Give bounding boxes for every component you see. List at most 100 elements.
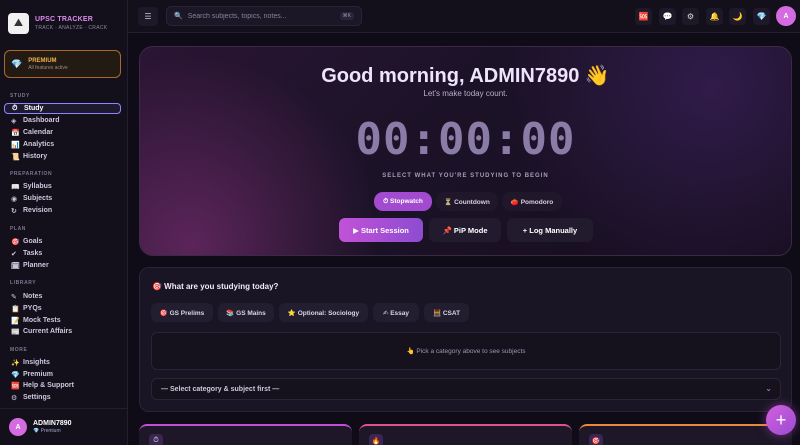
sidebar-item-label: Study <box>24 105 44 112</box>
premium-subtitle: All features active <box>28 64 68 71</box>
chart-icon: 📊 <box>11 141 20 149</box>
sidebar-item-label: Help & Support <box>23 382 74 389</box>
sidebar-item-label: Planner <box>23 262 49 269</box>
premium-card[interactable]: 💎 PREMIUM All features active <box>4 50 121 78</box>
subject-select-value: — Select category & subject first — <box>161 385 280 393</box>
sos-icon[interactable]: 🆘 <box>635 8 652 25</box>
search-bar[interactable]: 🔍 ⌘K <box>166 6 362 26</box>
sidebar-item-label: Notes <box>23 293 43 300</box>
sidebar-item-syllabus[interactable]: 📖 Syllabus <box>4 181 121 192</box>
sidebar-item-study[interactable]: ⏱ Study <box>4 103 121 114</box>
greeting: Good morning, ADMIN7890 👋 <box>321 65 610 87</box>
clipboard-icon: 📋 <box>11 305 20 313</box>
sidebar-item-pyqs[interactable]: 📋 PYQs <box>4 303 121 314</box>
sidebar-item-label: Subjects <box>23 195 53 202</box>
bell-icon[interactable]: 🔔 <box>706 8 723 25</box>
select-prompt: SELECT WHAT YOU'RE STUDYING TO BEGIN <box>382 173 549 179</box>
sidebar-item-settings[interactable]: ⚙ Settings <box>4 392 121 403</box>
sidebar-item-label: Mock Tests <box>23 317 61 324</box>
sidebar-item-subjects[interactable]: ◉ Subjects <box>4 193 121 204</box>
log-manually-button[interactable]: + Log Manually <box>507 218 593 242</box>
category-essay[interactable]: ✍ Essay <box>373 303 419 322</box>
sidebar-item-analytics[interactable]: 📊 Analytics <box>4 139 121 150</box>
brand[interactable]: ⛰ UPSC TRACKER TRACK · ANALYZE · CRACK <box>0 0 127 36</box>
gear-icon[interactable]: ⚙ <box>682 8 699 25</box>
search-input[interactable] <box>187 12 338 20</box>
brand-subtitle: TRACK · ANALYZE · CRACK <box>35 24 108 31</box>
sidebar-item-label: Dashboard <box>23 117 60 124</box>
category-optional-sociology[interactable]: ⭐ Optional: Sociology <box>279 303 368 322</box>
category-gs-prelims[interactable]: 🎯 GS Prelims <box>151 303 213 322</box>
sidebar-item-history[interactable]: 📜 History <box>4 151 121 162</box>
sidebar-item-label: Goals <box>23 238 43 245</box>
target-icon: 🎯 <box>589 434 603 445</box>
sidebar-item-calendar[interactable]: 📅 Calendar <box>4 127 121 138</box>
sidebar-item-premium[interactable]: 💎 Premium <box>4 369 121 380</box>
sidebar-item-dashboard[interactable]: ◈ Dashboard <box>4 115 121 126</box>
sidebar-item-label: Premium <box>23 371 53 378</box>
sidebar-item-label: Tasks <box>23 250 43 257</box>
sidebar-item-label: Calendar <box>23 129 53 136</box>
check-icon: ✔ <box>11 250 17 258</box>
sidebar-item-revision[interactable]: ↻ Revision <box>4 205 121 216</box>
fire-icon: 🔥 <box>369 434 383 445</box>
sidebar-item-label: Analytics <box>23 141 55 148</box>
section-label-study: STUDY <box>10 93 30 99</box>
planner-icon: 🗓 <box>11 262 20 270</box>
section-label-more: MORE <box>10 347 28 353</box>
sidebar-item-help-support[interactable]: 🆘 Help & Support <box>4 380 121 391</box>
sidebar-item-label: Settings <box>23 394 51 401</box>
chat-icon[interactable]: 💬 <box>659 8 676 25</box>
section-label-library: LIBRARY <box>10 280 37 286</box>
user-profile[interactable]: A ADMIN7890 💎 Premium <box>0 408 128 445</box>
panel-title: 🎯 What are you studying today? <box>152 282 279 291</box>
user-avatar[interactable]: A <box>776 6 796 26</box>
moon-icon[interactable]: 🌙 <box>729 8 746 25</box>
book-icon: 📖 <box>11 183 20 191</box>
topbar: ☰ 🔍 ⌘K 🆘 💬 ⚙ 🔔 🌙 💎 A <box>128 0 800 33</box>
gem-icon: 💎 <box>11 371 20 379</box>
pip-mode-button[interactable]: 📌 PiP Mode <box>429 218 501 242</box>
stopwatch-icon: ⏱ <box>12 104 18 112</box>
category-gs-mains[interactable]: 📚 GS Mains <box>218 303 274 322</box>
user-name: ADMIN7890 <box>33 420 72 427</box>
timer-card: Good morning, ADMIN7890 👋 Let's make tod… <box>139 46 792 256</box>
calendar-icon: 📅 <box>11 129 20 137</box>
start-session-button[interactable]: ▶ Start Session <box>339 218 423 242</box>
sidebar-item-label: Revision <box>23 207 53 214</box>
sidebar-item-label: PYQs <box>23 305 42 312</box>
study-selection-panel: 🎯 What are you studying today? 🎯 GS Prel… <box>139 267 792 412</box>
shortcut-badge: ⌘K <box>339 12 354 20</box>
pencil-icon: ✎ <box>11 293 17 301</box>
sidebar-item-label: Insights <box>23 359 50 366</box>
sidebar-item-mock-tests[interactable]: 📝 Mock Tests <box>4 315 121 326</box>
sparkles-icon: ✨ <box>11 359 20 367</box>
add-button[interactable]: + <box>766 405 796 435</box>
stat-card: 🎯 <box>579 424 792 445</box>
gear-icon: ⚙ <box>11 394 18 402</box>
sidebar-item-label: History <box>23 153 48 160</box>
sidebar-item-planner[interactable]: 🗓 Planner <box>4 260 121 271</box>
stopwatch-icon: ⏱ <box>149 434 163 445</box>
subjects-icon: ◉ <box>11 195 18 203</box>
gem-icon[interactable]: 💎 <box>753 8 770 25</box>
sidebar-item-label: Syllabus <box>23 183 52 190</box>
sidebar-item-notes[interactable]: ✎ Notes <box>4 291 121 302</box>
mode-pomodoro[interactable]: 🍅 Pomodoro <box>502 192 562 211</box>
section-label-preparation: PREPARATION <box>10 171 53 177</box>
sidebar-item-label: Current Affairs <box>23 328 73 335</box>
sidebar-item-current-affairs[interactable]: 📰 Current Affairs <box>4 326 121 337</box>
refresh-icon: ↻ <box>11 207 17 215</box>
target-icon: 🎯 <box>11 238 20 246</box>
mode-stopwatch[interactable]: ⏱ Stopwatch <box>374 192 432 211</box>
mode-countdown[interactable]: ⏳ Countdown <box>436 192 498 211</box>
sidebar-item-insights[interactable]: ✨ Insights <box>4 357 121 368</box>
menu-icon[interactable]: ☰ <box>138 7 158 26</box>
category-csat[interactable]: 🧮 CSAT <box>424 303 469 322</box>
subject-select[interactable]: — Select category & subject first — ⌄ <box>151 378 781 400</box>
sidebar-item-goals[interactable]: 🎯 Goals <box>4 236 121 247</box>
sidebar-item-tasks[interactable]: ✔ Tasks <box>4 248 121 259</box>
premium-title: PREMIUM <box>28 57 57 64</box>
timer-display: 00:00:00 <box>355 114 576 165</box>
sos-icon: 🆘 <box>11 382 20 390</box>
